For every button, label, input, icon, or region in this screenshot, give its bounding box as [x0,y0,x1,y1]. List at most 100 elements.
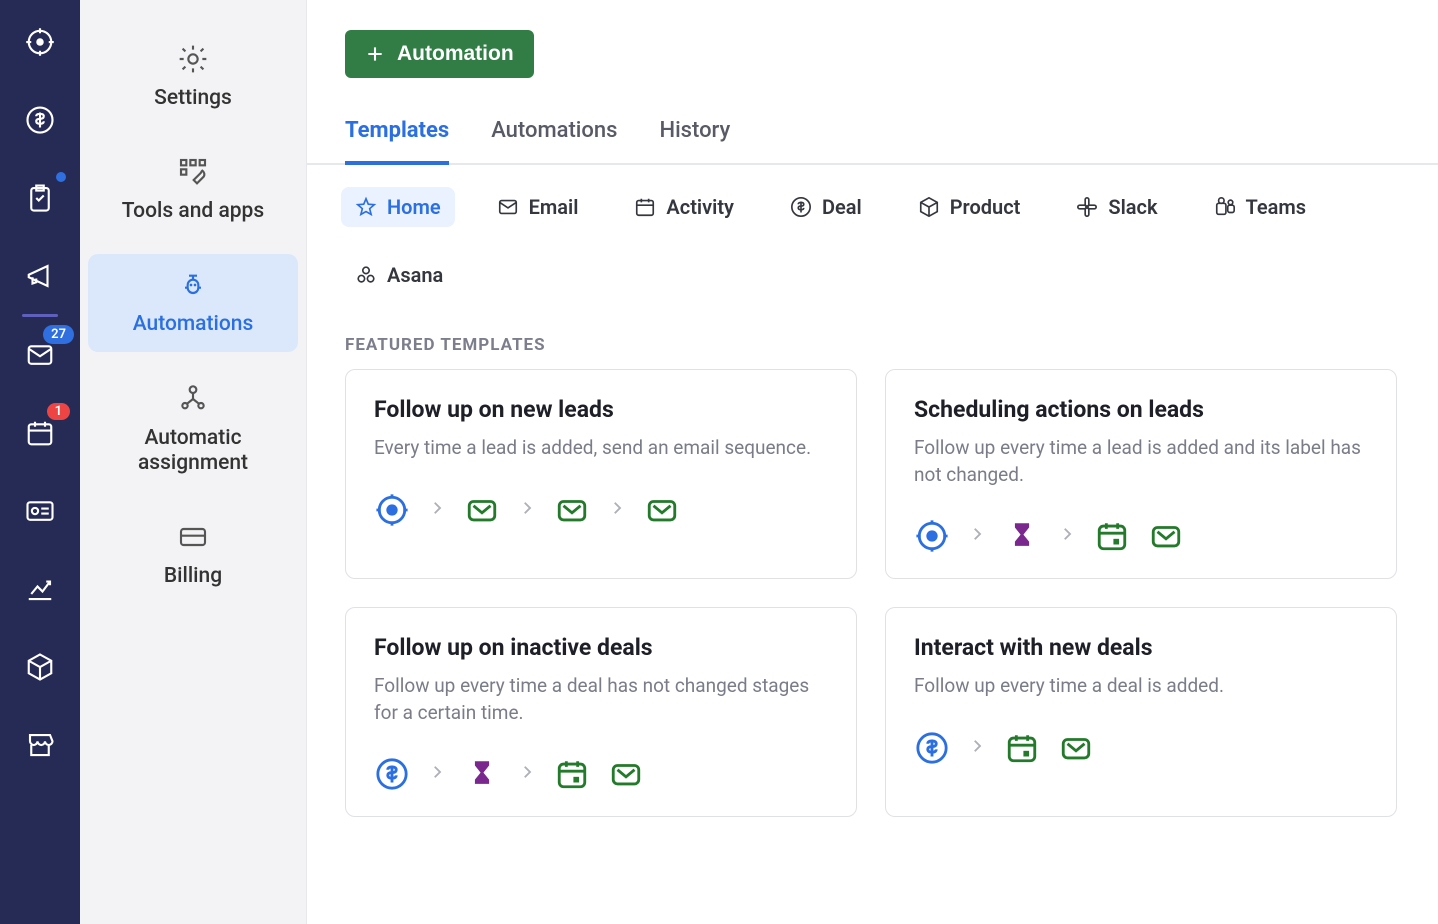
target-icon [374,492,410,528]
filter-label: Teams [1246,195,1307,219]
dollar-icon [790,196,812,218]
slack-icon [1076,196,1098,218]
template-card[interactable]: Interact with new deals Follow up every … [885,607,1397,817]
chevron-right-icon [1058,524,1076,548]
template-card[interactable]: Scheduling actions on leads Follow up ev… [885,369,1397,579]
calendar-icon [1094,518,1130,554]
nav-rail: 27 1 [0,0,80,924]
plus-icon [365,44,385,64]
sidebar-label: Settings [154,86,232,111]
rail-divider [22,314,58,317]
rail-products-icon[interactable] [20,647,60,687]
sidebar-item-billing[interactable]: Billing [88,506,298,603]
card-title: Scheduling actions on leads [914,396,1368,423]
card-description: Follow up every time a deal has not chan… [374,673,828,726]
tools-icon [176,155,210,189]
gear-icon [176,42,210,76]
template-card[interactable]: Follow up on inactive deals Follow up ev… [345,607,857,817]
filter-teams[interactable]: Teams [1200,187,1321,227]
email-icon [464,492,500,528]
filter-deal[interactable]: Deal [776,187,876,227]
inbox-badge: 27 [43,325,74,344]
chevron-right-icon [968,736,986,760]
chevron-right-icon [518,762,536,786]
tab-automations[interactable]: Automations [491,118,617,163]
sidebar-label: Automatic assignment [96,426,290,476]
automation-icon [176,268,210,302]
hourglass-icon [464,756,500,792]
chevron-right-icon [518,498,536,522]
sidebar-item-settings[interactable]: Settings [88,28,298,125]
email-icon [1058,730,1094,766]
rail-contacts-icon[interactable] [20,491,60,531]
email-icon [1148,518,1184,554]
topbar: Automation [307,0,1438,78]
assignment-icon [176,382,210,416]
rail-leads-icon[interactable] [20,22,60,62]
card-title: Interact with new deals [914,634,1368,661]
hourglass-icon [1004,518,1040,554]
star-icon [355,196,377,218]
filter-asana[interactable]: Asana [341,255,457,295]
card-description: Follow up every time a deal is added. [914,673,1368,700]
tab-templates[interactable]: Templates [345,118,449,165]
sidebar-label: Automations [133,312,254,337]
filter-label: Product [950,195,1021,219]
flow-sequence [374,756,828,792]
email-icon [608,756,644,792]
main-content: Automation Templates Automations History… [306,0,1438,924]
new-automation-button[interactable]: Automation [345,30,534,78]
rail-projects-icon[interactable] [20,178,60,218]
templates-grid: Follow up on new leads Every time a lead… [307,369,1438,855]
filter-slack[interactable]: Slack [1062,187,1171,227]
email-icon [644,492,680,528]
filter-label: Deal [822,195,862,219]
card-description: Every time a lead is added, send an emai… [374,435,828,462]
box-icon [918,196,940,218]
chevron-right-icon [428,498,446,522]
filter-activity[interactable]: Activity [620,187,748,227]
card-title: Follow up on new leads [374,396,828,423]
filter-home[interactable]: Home [341,187,455,227]
rail-campaigns-icon[interactable] [20,256,60,296]
rail-activities-icon[interactable]: 1 [20,413,60,453]
sidebar-item-tools-and-apps[interactable]: Tools and apps [88,141,298,238]
filter-product[interactable]: Product [904,187,1035,227]
activities-badge: 1 [47,403,70,420]
flow-sequence [374,492,828,528]
sidebar-label: Billing [164,564,222,589]
flow-sequence [914,730,1368,766]
card-description: Follow up every time a lead is added and… [914,435,1368,488]
rail-deals-icon[interactable] [20,100,60,140]
tab-history[interactable]: History [659,118,730,163]
target-icon [914,518,950,554]
rail-inbox-icon[interactable]: 27 [20,335,60,375]
calendar-icon [634,196,656,218]
sidebar-item-automations[interactable]: Automations [88,254,298,351]
filter-label: Slack [1108,195,1157,219]
filter-label: Activity [666,195,734,219]
email-icon [554,492,590,528]
asana-icon [355,264,377,286]
featured-templates-title: FEATURED TEMPLATES [307,295,1438,369]
dollar-icon [374,756,410,792]
template-card[interactable]: Follow up on new leads Every time a lead… [345,369,857,579]
chevron-right-icon [428,762,446,786]
tabs: Templates Automations History [307,78,1438,165]
sidebar-item-automatic-assignment[interactable]: Automatic assignment [88,368,298,490]
filter-label: Email [529,195,579,219]
dollar-icon [914,730,950,766]
rail-insights-icon[interactable] [20,569,60,609]
card-title: Follow up on inactive deals [374,634,828,661]
sidebar-label: Tools and apps [122,199,264,224]
notification-dot [56,172,66,182]
filter-label: Asana [387,263,443,287]
calendar-icon [554,756,590,792]
filter-label: Home [387,195,441,219]
email-icon [497,196,519,218]
button-label: Automation [397,42,514,66]
chevron-right-icon [608,498,626,522]
flow-sequence [914,518,1368,554]
rail-marketplace-icon[interactable] [20,725,60,765]
filter-email[interactable]: Email [483,187,593,227]
